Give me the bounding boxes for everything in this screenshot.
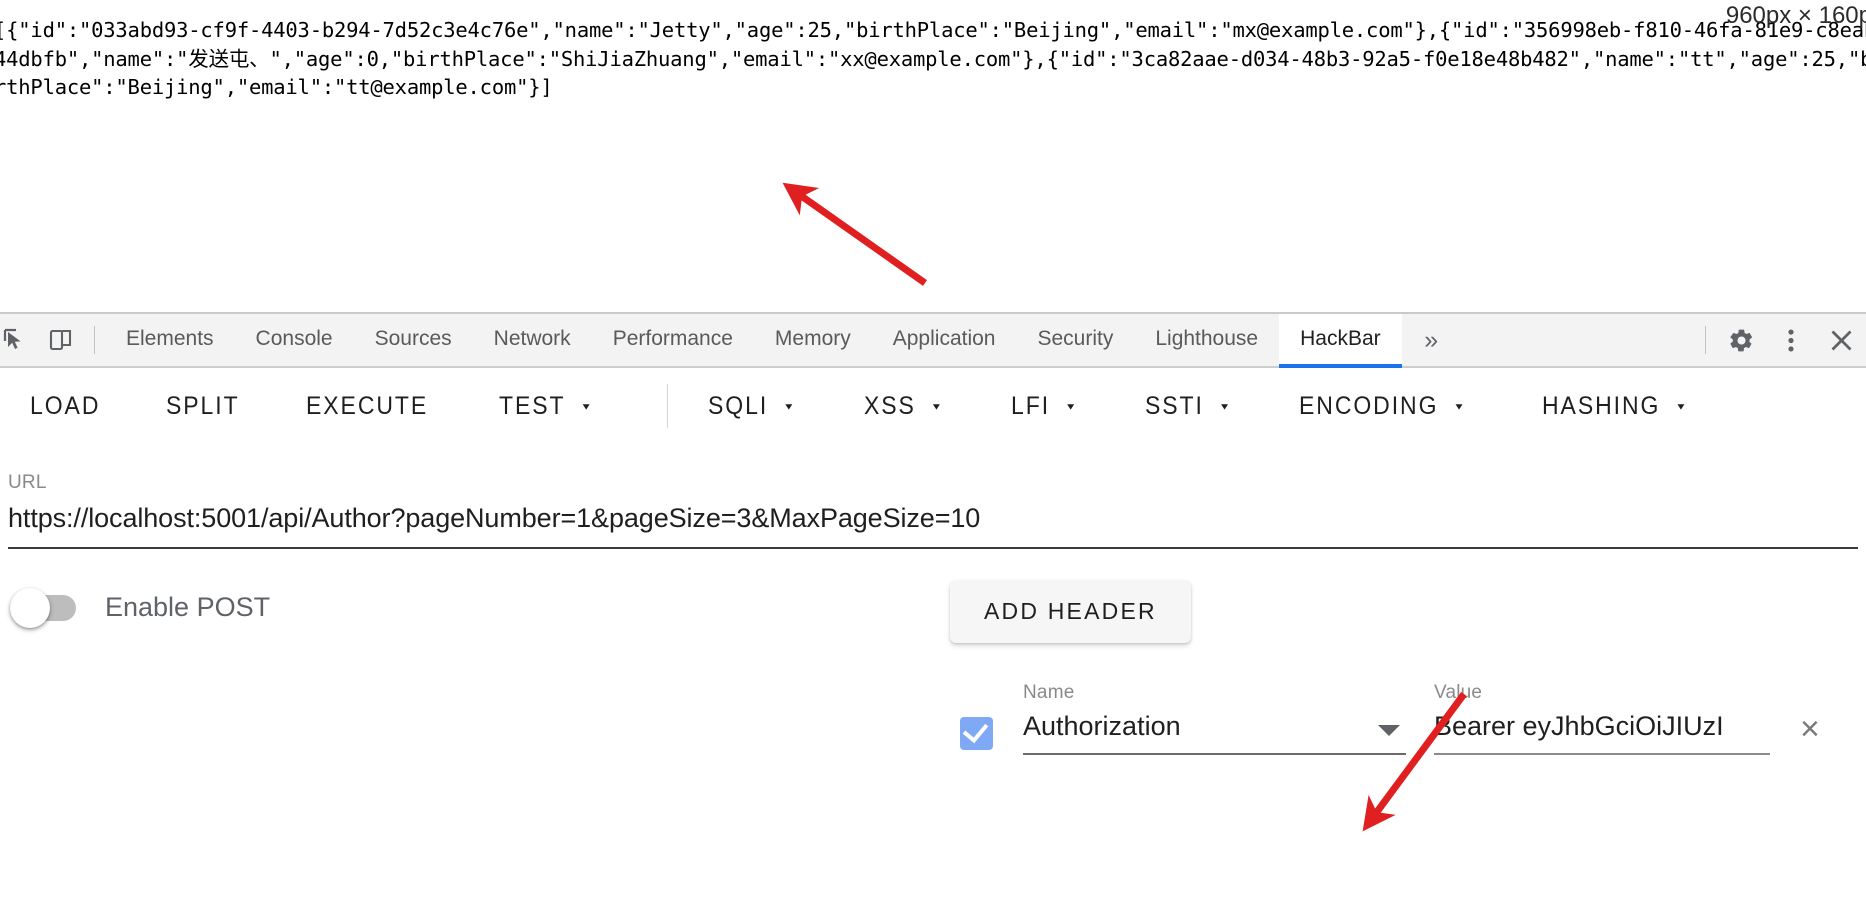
tab-network[interactable]: Network (473, 314, 592, 368)
header-enabled-checkbox[interactable] (960, 717, 993, 750)
tab-label: Sources (375, 327, 452, 351)
tab-label: Elements (126, 327, 214, 351)
url-field-label: URL (8, 472, 1858, 494)
tab-console[interactable]: Console (235, 314, 354, 368)
hackbar-encoding-button[interactable]: ENCODING ▼ (1299, 392, 1467, 421)
header-value-underline (1434, 753, 1770, 755)
header-name-underline (1023, 753, 1406, 755)
url-input[interactable]: https://localhost:5001/api/Author?pageNu… (8, 503, 1858, 534)
close-icon[interactable] (1816, 314, 1866, 366)
tab-memory[interactable]: Memory (754, 314, 872, 368)
devtools-tab-list: Elements Console Sources Network Perform… (105, 314, 1402, 366)
button-label: ENCODING (1299, 392, 1438, 421)
device-toggle-icon[interactable] (38, 314, 84, 366)
json-response-text: [{"id":"033abd93-cf9f-4403-b294-7d52c3e4… (0, 16, 1866, 102)
button-label: LFI (1011, 392, 1050, 421)
header-entry-row: Name Authorization Value Bearer eyJhbGci… (0, 676, 1866, 796)
chevron-down-icon: ▼ (1065, 401, 1079, 410)
header-value-input[interactable]: Bearer eyJhbGciOiJIUzI (1434, 711, 1770, 742)
toggle-track (14, 595, 76, 621)
actions-divider (1705, 326, 1706, 354)
tab-label: Security (1037, 327, 1113, 351)
tab-lighthouse[interactable]: Lighthouse (1134, 314, 1279, 368)
page-viewport: [{"id":"033abd93-cf9f-4403-b294-7d52c3e4… (0, 0, 1866, 312)
chevron-down-icon: ▼ (782, 401, 796, 410)
chevron-down-icon: ▼ (1218, 401, 1232, 410)
viewport-size-badge: 960px × 160p (1726, 2, 1866, 30)
tab-label: HackBar (1300, 327, 1381, 351)
tab-label: Application (893, 327, 996, 351)
check-icon (963, 717, 989, 743)
button-label: EXECUTE (306, 392, 428, 421)
header-value-field[interactable]: Value Bearer eyJhbGciOiJIUzI (1434, 682, 1770, 755)
tab-overflow-button[interactable]: » (1402, 314, 1452, 366)
url-field-underline (8, 547, 1858, 549)
chevron-down-icon[interactable] (1378, 725, 1400, 736)
tab-application[interactable]: Application (872, 314, 1017, 368)
button-label: SPLIT (166, 392, 240, 421)
header-value-label: Value (1434, 682, 1770, 704)
post-and-header-row: Enable POST ADD HEADER (0, 572, 1866, 682)
chevron-down-icon: ▼ (930, 401, 944, 410)
button-label: HASHING (1542, 392, 1660, 421)
gear-icon[interactable] (1716, 314, 1766, 366)
toggle-knob (10, 588, 50, 628)
remove-header-button[interactable]: × (1800, 712, 1820, 746)
tab-elements[interactable]: Elements (105, 314, 235, 368)
tab-label: Performance (613, 327, 733, 351)
tab-label: Lighthouse (1155, 327, 1258, 351)
chevron-double-right-icon: » (1418, 326, 1435, 355)
tabstrip-divider (94, 326, 95, 354)
enable-post-toggle[interactable]: Enable POST (14, 592, 270, 623)
devtools-panel: Elements Console Sources Network Perform… (0, 312, 1866, 920)
inspect-element-icon[interactable] (0, 314, 38, 366)
header-name-input[interactable]: Authorization (1023, 711, 1406, 742)
button-label: TEST (499, 392, 566, 421)
tab-performance[interactable]: Performance (592, 314, 754, 368)
kebab-menu-icon[interactable] (1766, 314, 1816, 366)
tab-security[interactable]: Security (1016, 314, 1134, 368)
button-label: LOAD (30, 392, 100, 421)
hackbar-toolbar-divider (667, 384, 668, 428)
add-header-button[interactable]: ADD HEADER (950, 580, 1191, 643)
hackbar-sqli-button[interactable]: SQLI ▼ (708, 392, 797, 421)
hackbar-lfi-button[interactable]: LFI ▼ (1011, 392, 1079, 421)
chevron-down-icon: ▼ (580, 401, 594, 410)
tab-label: Memory (775, 327, 851, 351)
hackbar-load-button[interactable]: LOAD (30, 392, 100, 421)
hackbar-toolbar: LOAD SPLIT EXECUTE TEST ▼ SQLI ▼ XSS ▼ LFI ▼… (0, 368, 1866, 444)
tab-sources[interactable]: Sources (354, 314, 473, 368)
button-label: SQLI (708, 392, 768, 421)
url-field[interactable]: URL https://localhost:5001/api/Author?pa… (0, 472, 1866, 549)
tab-hackbar[interactable]: HackBar (1279, 314, 1402, 368)
hackbar-test-button[interactable]: TEST ▼ (499, 392, 594, 421)
chevron-down-icon: ▼ (1454, 401, 1468, 410)
header-name-field[interactable]: Name Authorization (1023, 682, 1406, 755)
header-name-label: Name (1023, 682, 1406, 704)
hackbar-ssti-button[interactable]: SSTI ▼ (1145, 392, 1232, 421)
button-label: SSTI (1145, 392, 1204, 421)
enable-post-label: Enable POST (105, 592, 270, 623)
devtools-tabstrip-actions (1695, 314, 1866, 366)
hackbar-split-button[interactable]: SPLIT (166, 392, 240, 421)
hackbar-hashing-button[interactable]: HASHING ▼ (1542, 392, 1689, 421)
hackbar-execute-button[interactable]: EXECUTE (306, 392, 428, 421)
button-label: XSS (864, 392, 916, 421)
devtools-tabstrip: Elements Console Sources Network Perform… (0, 314, 1866, 368)
tab-label: Console (256, 327, 333, 351)
chevron-down-icon: ▼ (1675, 401, 1689, 410)
hackbar-xss-button[interactable]: XSS ▼ (864, 392, 944, 421)
tab-label: Network (494, 327, 571, 351)
